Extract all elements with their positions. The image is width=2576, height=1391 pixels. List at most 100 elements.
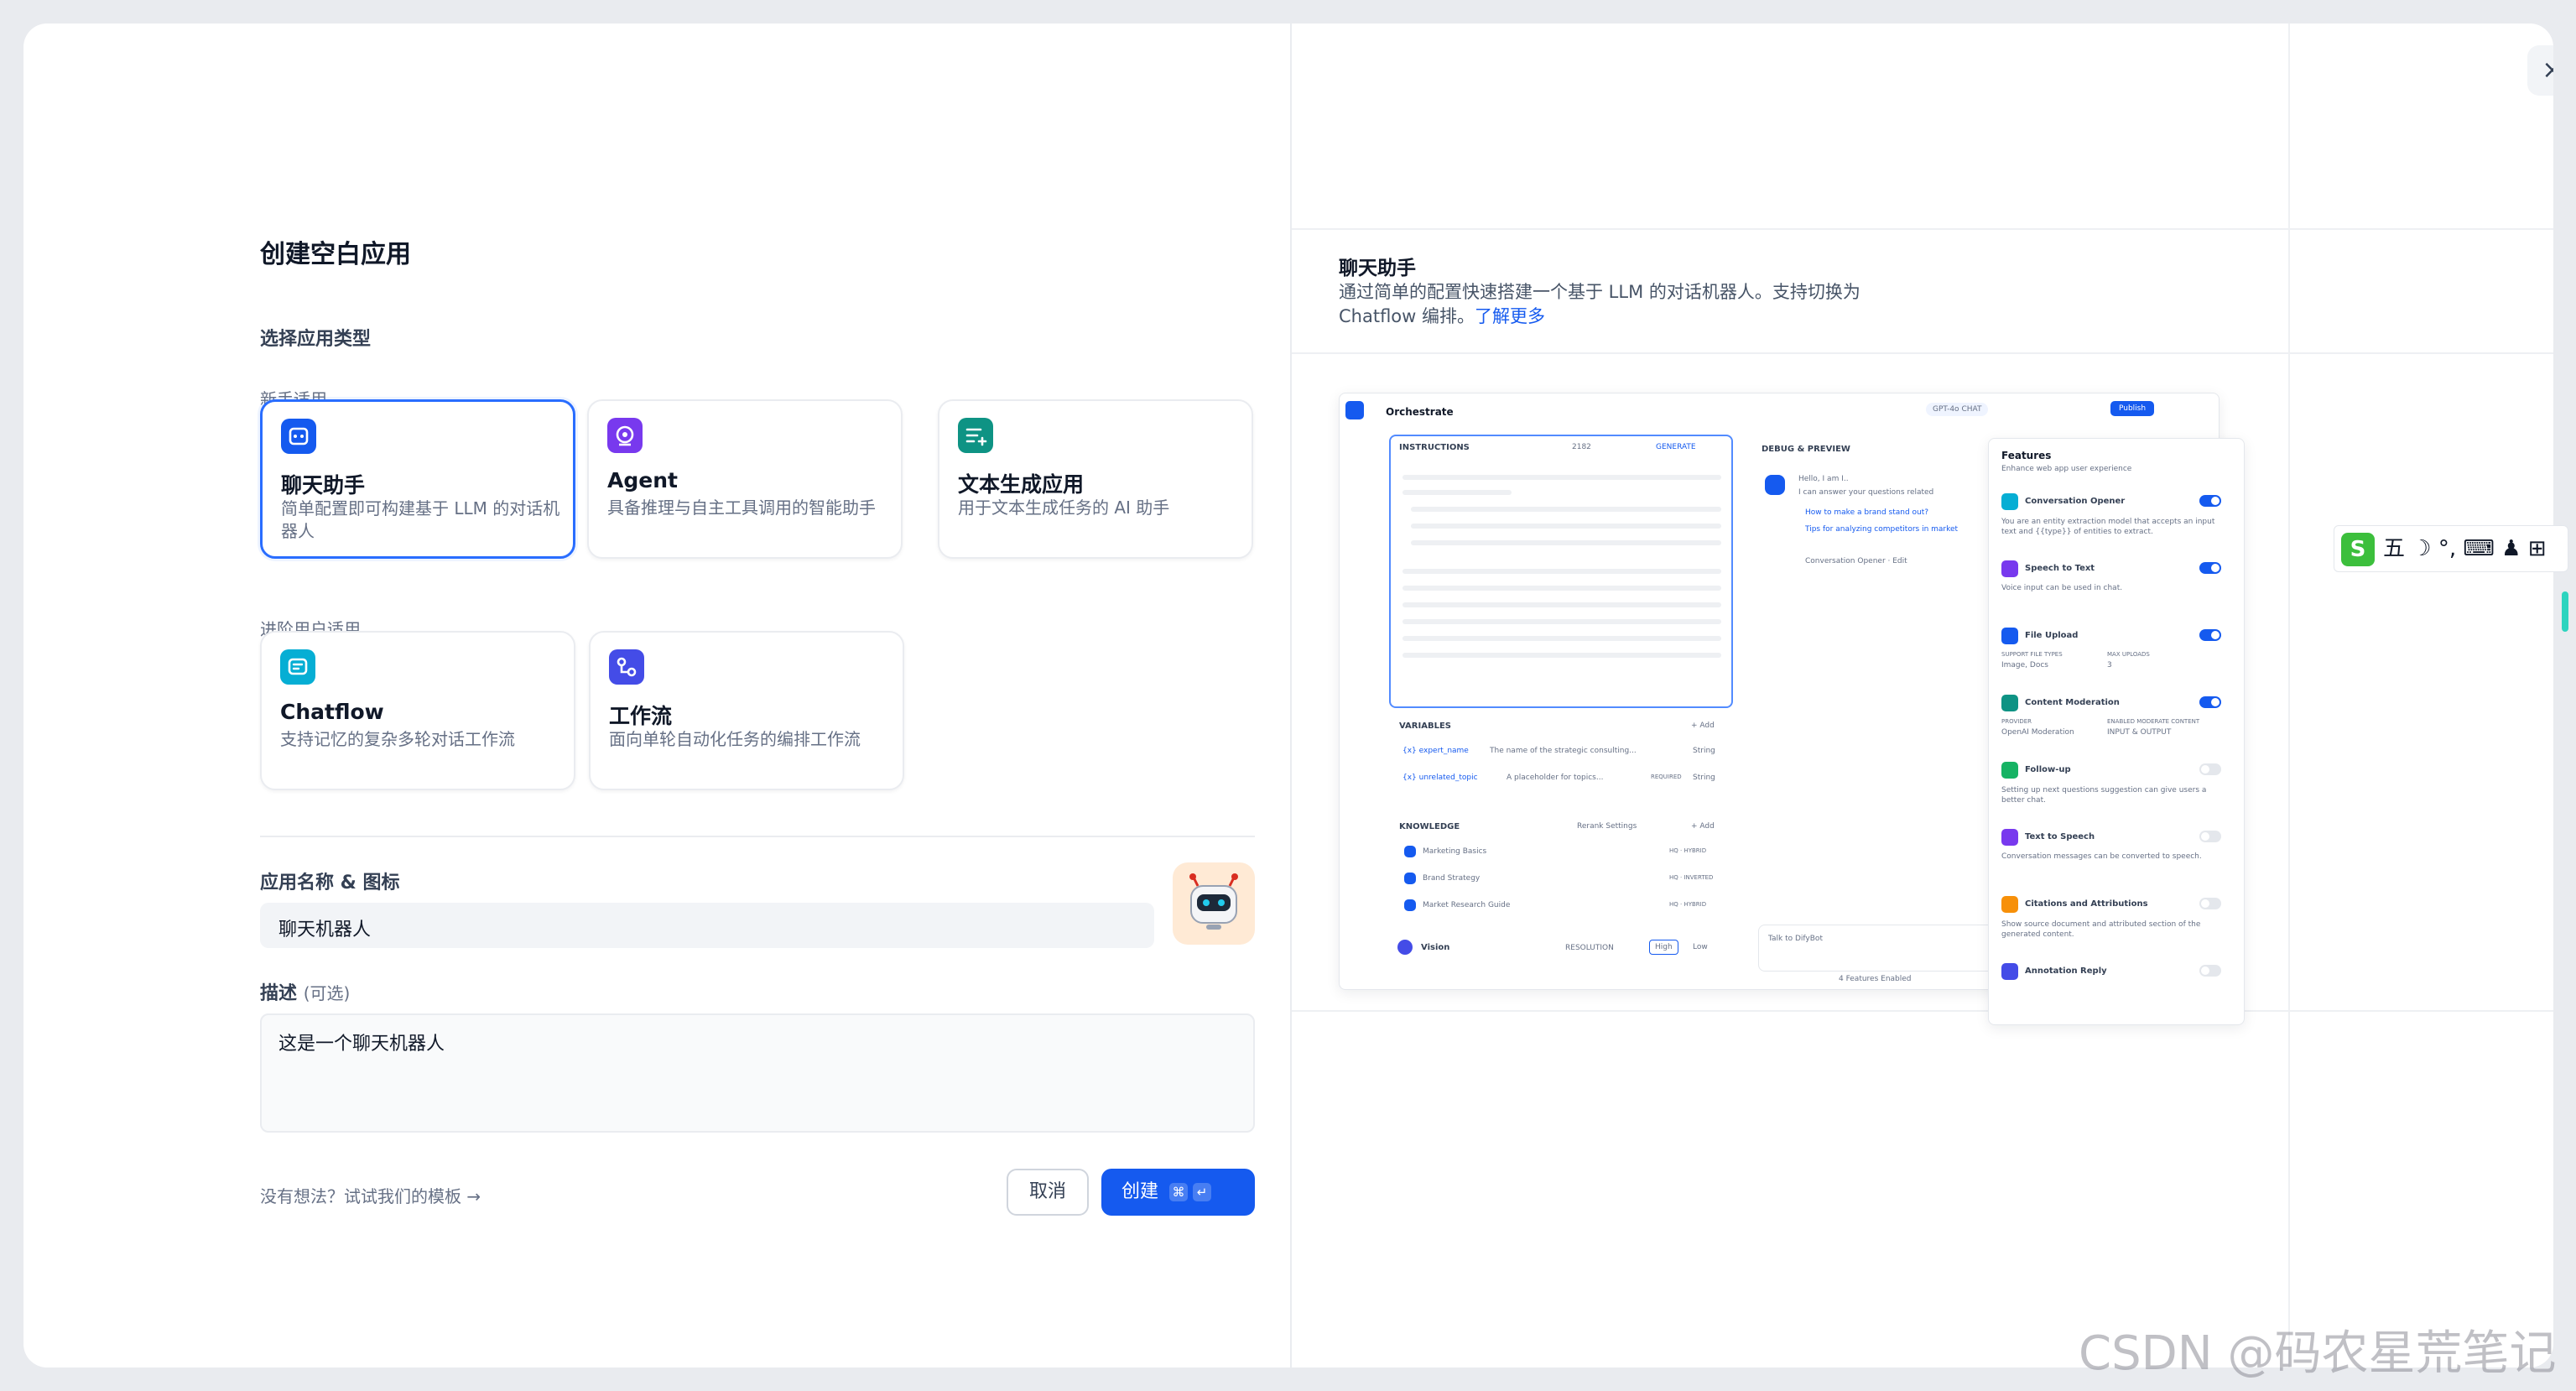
preview-panel: × 聊天助手 通过简单的配置快速搭建一个基于 LLM 的对话机器人。支持切换为 …	[1290, 23, 2553, 1368]
vision-label: Vision	[1421, 943, 1450, 952]
app-icon	[1345, 401, 1364, 419]
feature-3-key2: MAX UPLOADS	[2107, 651, 2150, 658]
scroll-indicator[interactable]	[2562, 591, 2568, 632]
feature-1: Conversation Opener	[2025, 497, 2126, 506]
feature-4-key2: ENABLED MODERATE CONTENT	[2107, 718, 2200, 725]
card-chat-assistant[interactable]: 聊天助手 简单配置即可构建基于 LLM 的对话机器人	[260, 399, 575, 559]
feature-4-key1: PROVIDER	[2001, 718, 2032, 725]
card-workflow[interactable]: 工作流 面向单轮自动化任务的编排工作流	[589, 631, 904, 790]
card-chatflow[interactable]: Chatflow 支持记忆的复杂多轮对话工作流	[260, 631, 575, 790]
var2-desc: A placeholder for topics...	[1507, 774, 1604, 782]
card-desc: 简单配置即可构建基于 LLM 的对话机器人	[281, 498, 560, 541]
feature-3: File Upload	[2025, 631, 2079, 640]
feature-7: Citations and Attributions	[2025, 899, 2148, 909]
instructions-label: INSTRUCTIONS	[1399, 443, 1470, 452]
feature-4-val1: OpenAI Moderation	[2001, 728, 2074, 737]
chat-bot-icon	[281, 419, 316, 454]
features-enabled: 4 Features Enabled	[1839, 975, 1912, 983]
card-title: Chatflow	[280, 700, 384, 724]
create-app-modal: 创建空白应用 选择应用类型 新手适用 聊天助手 简单配置即可构建基于 LLM 的…	[23, 23, 2553, 1368]
feature-3-val1: Image, Docs	[2001, 661, 2048, 669]
app-icon-picker[interactable]	[1173, 862, 1255, 945]
card-desc: 支持记忆的复杂多轮对话工作流	[280, 729, 515, 749]
card-desc: 用于文本生成任务的 AI 助手	[958, 498, 1170, 518]
card-desc: 具备推理与自主工具调用的智能助手	[607, 498, 876, 518]
feature-8: Annotation Reply	[2025, 966, 2107, 976]
rerank-settings: Rerank Settings	[1577, 822, 1637, 831]
workflow-icon	[609, 649, 644, 685]
feature-2: Speech to Text	[2025, 564, 2095, 573]
card-title: 工作流	[609, 704, 673, 728]
knowledge-add: + Add	[1691, 822, 1715, 831]
suggestion-1: How to make a brand stand out?	[1805, 508, 1929, 517]
robot-icon	[1189, 873, 1238, 930]
orchestrate-title: Orchestrate	[1386, 406, 1454, 418]
card-title: 聊天助手	[281, 473, 366, 498]
text-generation-icon	[958, 418, 993, 453]
ime-chars: 五 ☽ °, ⌨ ♟ ⊞	[2383, 536, 2547, 561]
divider	[260, 836, 1255, 837]
card-title: 文本生成应用	[958, 472, 1085, 497]
chatflow-icon	[280, 649, 315, 685]
cmd-key: ⌘	[1169, 1183, 1189, 1201]
app-type-label: 选择应用类型	[260, 329, 372, 350]
card-agent[interactable]: Agent 具备推理与自主工具调用的智能助手	[587, 399, 903, 559]
card-title: Agent	[607, 468, 678, 492]
feature-3-key1: SUPPORT FILE TYPES	[2001, 651, 2063, 658]
desc-optional: (可选)	[303, 983, 351, 1003]
feature-1-desc: You are an entity extraction model that …	[2001, 518, 2215, 536]
feature-5-desc: Setting up next questions suggestion can…	[2001, 786, 2207, 805]
preview-screenshot: Orchestrate GPT-4o CHAT Publish INSTRUCT…	[1339, 393, 2253, 1025]
app-name-input[interactable]: 聊天机器人	[260, 903, 1154, 948]
var2-required: REQUIRED	[1651, 774, 1682, 780]
instructions-count: 2182	[1572, 443, 1591, 451]
suggestion-2: Tips for analyzing competitors in market	[1805, 525, 1959, 534]
agent-icon	[607, 418, 643, 453]
var2-name: {x} unrelated_topic	[1402, 774, 1478, 782]
kb2-tag: HQ · INVERTED	[1669, 874, 1714, 881]
left-panel: 创建空白应用 选择应用类型 新手适用 聊天助手 简单配置即可构建基于 LLM 的…	[23, 23, 1290, 1368]
name-label: 应用名称 & 图标	[260, 873, 400, 893]
close-button[interactable]: ×	[2527, 45, 2553, 96]
card-text-generation[interactable]: 文本生成应用 用于文本生成任务的 AI 助手	[938, 399, 1253, 559]
desc-label: 描述 (可选)	[260, 983, 351, 1004]
resolution-low: Low	[1693, 943, 1708, 951]
kb1-name: Marketing Basics	[1423, 847, 1487, 856]
variables-add: + Add	[1691, 722, 1715, 730]
features-title: Features	[2001, 450, 2052, 461]
feature-3-val2: 3	[2107, 661, 2112, 669]
preview-desc: 通过简单的配置快速搭建一个基于 LLM 的对话机器人。支持切换为 Chatflo…	[1339, 282, 1860, 326]
feature-4: Content Moderation	[2025, 698, 2120, 707]
feature-2-desc: Voice input can be used in chat.	[2001, 584, 2123, 592]
var2-type: String	[1693, 774, 1715, 782]
kb1-tag: HQ · HYBRID	[1669, 847, 1707, 854]
card-desc: 面向单轮自动化任务的编排工作流	[609, 729, 861, 749]
sogou-icon: S	[2341, 532, 2375, 566]
resolution-label: RESOLUTION	[1565, 944, 1614, 952]
description-textarea[interactable]: 这是一个聊天机器人	[260, 1013, 1255, 1133]
enter-key: ↵	[1193, 1183, 1212, 1201]
model-selector: GPT-4o CHAT	[1926, 403, 1989, 416]
publish-button: Publish	[2110, 401, 2155, 416]
resolution-high: High	[1649, 940, 1678, 955]
create-button[interactable]: 创建 ⌘ ↵	[1101, 1169, 1255, 1216]
chat-placeholder: Talk to DifyBot	[1768, 935, 1823, 943]
ime-toolbar[interactable]: S 五 ☽ °, ⌨ ♟ ⊞	[2334, 525, 2568, 572]
feature-5: Follow-up	[2025, 765, 2071, 774]
feature-6-desc: Conversation messages can be converted t…	[2001, 852, 2202, 861]
bot-line: I can answer your questions related	[1798, 488, 1934, 497]
var1-desc: The name of the strategic consulting...	[1490, 747, 1637, 755]
feature-7-desc: Show source document and attributed sect…	[2001, 920, 2201, 939]
var1-type: String	[1693, 747, 1715, 755]
cancel-button[interactable]: 取消	[1007, 1169, 1089, 1216]
knowledge-label: KNOWLEDGE	[1399, 822, 1460, 831]
features-sub: Enhance web app user experience	[2001, 465, 2132, 473]
kb2-name: Brand Strategy	[1423, 874, 1481, 883]
preview-title: 聊天助手	[1339, 258, 1416, 279]
feature-6: Text to Speech	[2025, 832, 2095, 841]
feature-4-val2: INPUT & OUTPUT	[2107, 728, 2172, 737]
generate-link: GENERATE	[1656, 443, 1696, 451]
learn-more-link[interactable]: 了解更多	[1475, 306, 1545, 326]
kb3-name: Market Research Guide	[1423, 901, 1511, 909]
template-hint-link[interactable]: 没有想法？试试我们的模板 →	[260, 1183, 481, 1207]
